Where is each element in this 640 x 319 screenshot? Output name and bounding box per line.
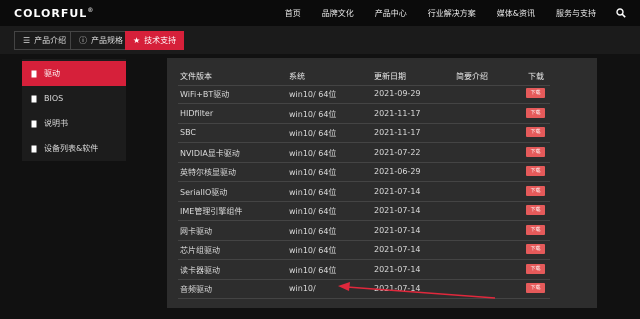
- annotation-arrow-icon: [338, 282, 496, 299]
